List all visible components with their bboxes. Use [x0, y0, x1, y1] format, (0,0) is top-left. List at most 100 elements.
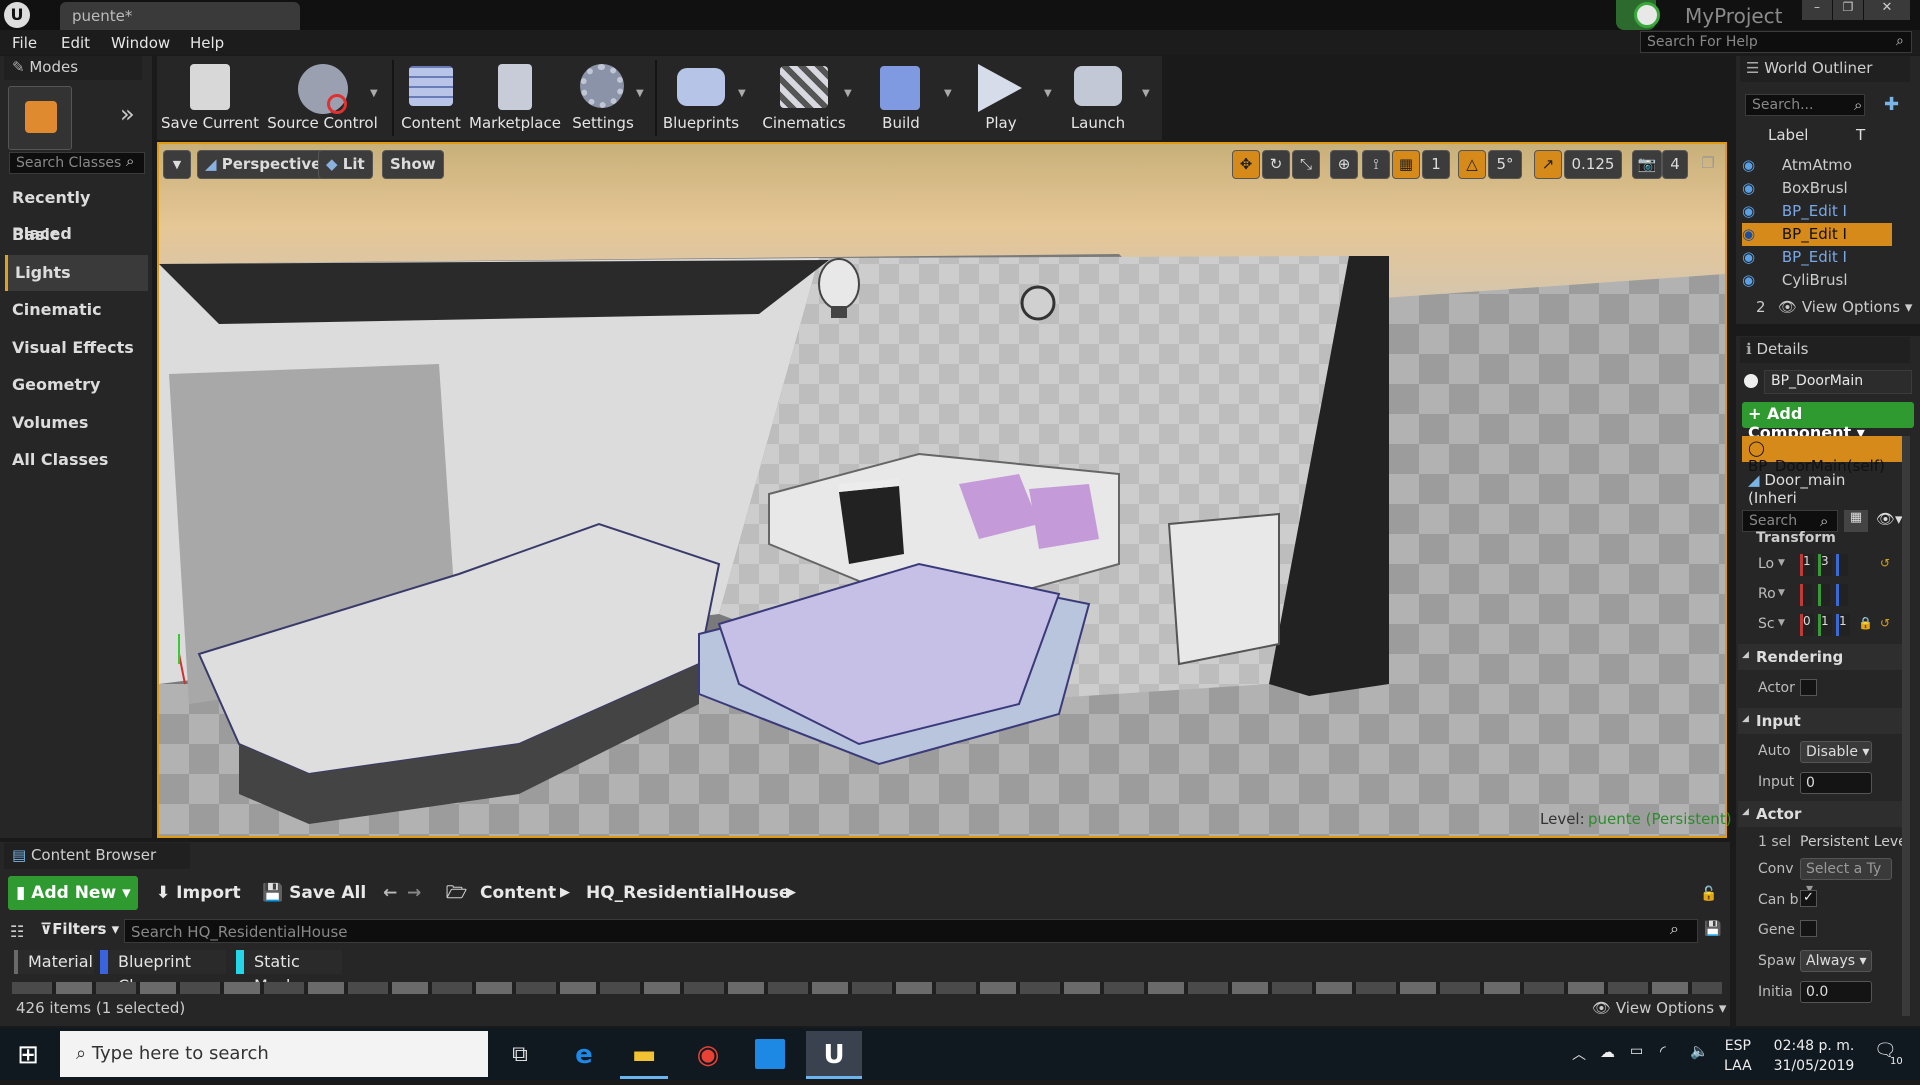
auto-receive-input-dropdown[interactable]: Disable ▾ [1800, 741, 1872, 763]
surface-snap-icon[interactable]: ⟟ [1362, 150, 1390, 179]
sources-toggle-icon[interactable]: ☷ [10, 922, 24, 941]
search-classes-input[interactable]: Search Classes [9, 152, 145, 174]
rotation-x-field[interactable] [1800, 584, 1812, 606]
perspective-button[interactable]: ◢ Perspective [197, 150, 330, 179]
minimize-button[interactable]: – [1802, 0, 1832, 20]
visibility-eye-icon[interactable]: ◉ [1742, 248, 1755, 266]
filter-tag-material[interactable]: Material [14, 950, 94, 974]
settings-button[interactable]: Settings [566, 60, 640, 136]
marketplace-button[interactable]: Marketplace [468, 60, 562, 136]
modes-tab[interactable]: ✎ Modes [4, 56, 142, 80]
save-all-button[interactable]: 💾 Save All [262, 876, 366, 910]
rotate-mode-icon[interactable]: ↻ [1262, 150, 1290, 179]
blueprints-dropdown-icon[interactable]: ▼ [738, 88, 746, 99]
lit-button[interactable]: ◆ Lit [318, 150, 373, 179]
filter-tag-static-mesh[interactable]: Static Mesh [236, 950, 342, 995]
language-indicator[interactable]: ESP LAA [1724, 1036, 1752, 1076]
filter-tag-blueprint-class[interactable]: Blueprint Class [100, 950, 226, 995]
save-current-button[interactable]: Save Current [160, 60, 260, 136]
asset-thumbnail-strip[interactable] [12, 982, 1722, 994]
cinematics-dropdown-icon[interactable]: ▼ [844, 88, 852, 99]
breadcrumb-content[interactable]: Content [480, 876, 556, 910]
add-new-button[interactable]: ▮ Add New ▾ [8, 876, 138, 910]
visibility-eye-icon[interactable]: ◉ [1742, 271, 1755, 289]
scale-y-field[interactable]: 1 [1818, 614, 1832, 636]
edge-browser-icon[interactable]: e [560, 1031, 608, 1079]
mode-volumes[interactable]: Volumes [5, 405, 148, 441]
location-y-field[interactable]: 3 [1818, 554, 1832, 576]
wifi-icon[interactable]: ◜ [1660, 1042, 1666, 1060]
breadcrumb-arrow-icon[interactable]: ▶ [560, 876, 570, 910]
windows-start-icon[interactable]: ⊞ [4, 1031, 52, 1079]
menu-help[interactable]: Help [190, 34, 224, 52]
outliner-label-header[interactable]: Label [1768, 126, 1808, 144]
mode-lights[interactable]: Lights [5, 255, 148, 291]
input-priority-field[interactable]: 0 [1800, 772, 1872, 794]
task-view-icon[interactable]: ⧉ [496, 1031, 544, 1079]
scale-reset-icon[interactable]: ↺ [1880, 616, 1890, 630]
convert-actor-dropdown[interactable]: Select a Ty ▾ [1800, 858, 1892, 897]
rendering-collapse-icon[interactable]: ◢ [1742, 650, 1749, 660]
visibility-eye-icon[interactable]: ◉ [1742, 179, 1755, 197]
mode-recently-placed[interactable]: Recently Placed [5, 180, 148, 243]
actor-name-field[interactable]: BP_DoorMain [1764, 370, 1912, 394]
level-tab[interactable]: puente* [60, 2, 300, 30]
actor-hidden-checkbox[interactable] [1800, 679, 1817, 696]
maximize-viewport-icon[interactable]: ❐ [1697, 150, 1719, 179]
mode-cinematic[interactable]: Cinematic [5, 292, 148, 328]
mode-basic[interactable]: Basic [5, 217, 148, 253]
taskbar-search-box[interactable]: ⌕ Type here to search [60, 1031, 488, 1077]
breadcrumb-folder[interactable]: HQ_ResidentialHouse [586, 876, 790, 910]
outliner-row-selected[interactable]: ◉ BP_Edit I [1742, 223, 1892, 246]
play-button[interactable]: Play [968, 60, 1034, 136]
show-hidden-icons-icon[interactable]: ︿ [1572, 1044, 1586, 1064]
details-search-icon[interactable]: ⌕ [1820, 512, 1828, 530]
outliner-search-icon[interactable]: ⌕ [1854, 96, 1862, 114]
show-button[interactable]: Show [382, 150, 444, 179]
battery-icon[interactable]: ▭ [1630, 1043, 1643, 1059]
ue-logo-icon[interactable]: U [4, 2, 30, 28]
location-x-field[interactable]: 1 [1800, 554, 1814, 576]
folder-icon[interactable]: 🗁 [446, 876, 467, 910]
filters-button[interactable]: ⊽Filters ▾ [40, 920, 119, 938]
scale-dropdown-icon[interactable]: ▼ [1778, 618, 1785, 628]
unreal-engine-taskbar-icon[interactable]: U [806, 1031, 862, 1079]
property-matrix-icon[interactable]: ▦ [1844, 510, 1868, 532]
outliner-row[interactable]: ◉ CyliBrusl [1742, 269, 1892, 292]
level-name-link[interactable]: puente (Persistent) [1588, 810, 1732, 828]
generate-overlap-checkbox[interactable] [1800, 920, 1817, 937]
world-outliner-tab[interactable]: ☰ World Outliner [1740, 56, 1910, 82]
camera-speed-icon[interactable]: 📷 [1632, 150, 1662, 179]
details-visibility-icon[interactable]: 👁▾ [1876, 510, 1903, 528]
scale-snap-value[interactable]: 0.125 [1564, 150, 1622, 179]
scale-x-field[interactable]: 0 [1800, 614, 1814, 636]
visibility-eye-icon[interactable]: ◉ [1742, 225, 1755, 243]
menu-file[interactable]: File [12, 34, 37, 52]
outliner-search-input[interactable]: Search... [1745, 94, 1865, 116]
launch-dropdown-icon[interactable]: ▼ [1142, 88, 1150, 99]
outliner-row[interactable]: ◉ AtmAtmo [1742, 154, 1892, 177]
location-z-field[interactable] [1836, 554, 1848, 576]
level-viewport[interactable] [157, 142, 1727, 838]
volume-icon[interactable]: 🔈 [1690, 1042, 1709, 1060]
component-self[interactable]: ◯ BP_DoorMain(self) [1742, 436, 1902, 475]
content-search-input[interactable]: Search HQ_ResidentialHouse [124, 919, 1698, 943]
breadcrumb-arrow-icon[interactable]: ▶ [786, 876, 796, 910]
outliner-type-header[interactable]: T [1856, 126, 1865, 144]
outliner-row[interactable]: ◉ BP_Edit I [1742, 200, 1892, 223]
source-control-dropdown-icon[interactable]: ▼ [370, 88, 378, 99]
input-collapse-icon[interactable]: ◢ [1742, 714, 1749, 724]
maximize-button[interactable]: ❐ [1833, 0, 1863, 20]
build-button[interactable]: Build [872, 60, 930, 136]
rotation-z-field[interactable] [1836, 584, 1848, 606]
launch-button[interactable]: Launch [1066, 60, 1130, 136]
source-control-button[interactable]: Source Control [265, 60, 380, 136]
rotation-y-field[interactable] [1818, 584, 1830, 606]
forward-arrow-icon[interactable]: → [407, 876, 421, 910]
clock[interactable]: 02:48 p. m. 31/05/2019 [1766, 1036, 1862, 1076]
help-search-input[interactable]: Search For Help [1640, 31, 1912, 53]
close-window-button[interactable]: ✕ [1864, 0, 1910, 20]
search-classes-icon[interactable]: ⌕ [126, 152, 134, 170]
place-mode-button[interactable] [8, 86, 72, 150]
mode-visual-effects[interactable]: Visual Effects [5, 330, 148, 366]
